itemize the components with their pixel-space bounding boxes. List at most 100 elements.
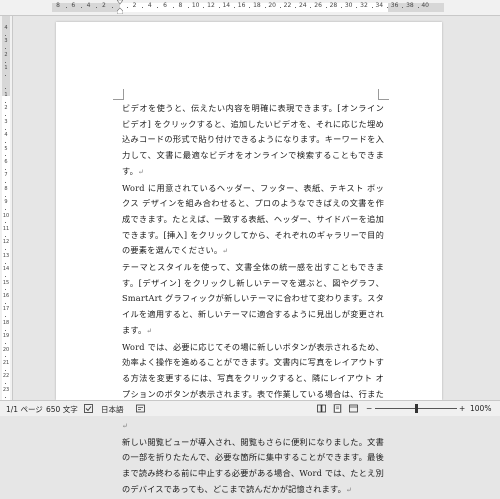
- paragraph-mark: ↵: [146, 326, 153, 335]
- vruler-tick: [5, 48, 6, 50]
- zoom-in-button[interactable]: +: [459, 404, 465, 413]
- ruler-tick-label: 18: [253, 2, 261, 9]
- ruler-tick-label: 40: [421, 2, 430, 9]
- proofing-icon[interactable]: [84, 404, 93, 413]
- ruler-tick-label: 8: [178, 2, 183, 9]
- read-mode-icon[interactable]: [317, 404, 326, 413]
- paragraph-mark: ↵: [346, 485, 353, 494]
- ruler-tick-label: 6: [163, 2, 168, 9]
- ruler-tick: [402, 7, 404, 8]
- ruler-tick: [417, 7, 419, 8]
- ruler-tick-label: 2: [101, 2, 106, 9]
- vruler-tick-label: 4: [4, 25, 8, 31]
- vruler-tick: [5, 115, 6, 117]
- vruler-tick: [5, 369, 6, 371]
- ruler-tick-label: 36: [390, 2, 399, 9]
- ruler-tick-label: 30: [344, 2, 353, 9]
- vruler-text-area: [2, 96, 10, 400]
- ruler-tick: [96, 7, 98, 8]
- vruler-tick: [5, 168, 6, 170]
- macro-record-icon[interactable]: [136, 404, 145, 413]
- ruler-tick: [157, 7, 159, 8]
- ruler-tick: [371, 7, 373, 8]
- ruler-tick-label: 4: [147, 2, 152, 9]
- ruler-tick-label: 26: [314, 2, 322, 9]
- vruler-tick-label: 3: [4, 118, 8, 125]
- vruler-tick-label: 2: [4, 105, 8, 112]
- ruler-tick: [356, 7, 358, 8]
- language-indicator[interactable]: 日本語: [101, 404, 124, 415]
- ruler-tick-label: 38: [406, 2, 414, 9]
- vruler-tick-label: 20: [2, 346, 10, 353]
- paragraph[interactable]: ビデオを使うと、伝えたい内容を明確に表現できます。[オンライン ビデオ] をクリ…: [122, 101, 384, 181]
- vruler-tick: [5, 316, 6, 318]
- ruler-tick: [279, 7, 281, 8]
- vruler-tick: [5, 342, 6, 344]
- zoom-slider-thumb[interactable]: [414, 404, 418, 413]
- vruler-tick: [5, 356, 6, 358]
- vruler-tick-label: 19: [2, 333, 10, 340]
- vruler-tick: [5, 235, 6, 237]
- ruler-tick: [80, 7, 82, 8]
- vruler-tick-label: 23: [2, 386, 10, 393]
- vruler-tick-label: 6: [4, 159, 8, 165]
- vruler-tick: [5, 101, 6, 103]
- document-body[interactable]: ビデオを使うと、伝えたい内容を明確に表現できます。[オンライン ビデオ] をクリ…: [122, 101, 384, 499]
- ruler-tick: [233, 7, 235, 8]
- paragraph[interactable]: 新しい閲覧ビューが導入され、閲覧もさらに便利になりました。文書の一部を折りたたん…: [122, 435, 384, 499]
- margin-corner-top-left: [113, 89, 124, 100]
- vruler-tick-label: 12: [2, 239, 10, 246]
- web-layout-icon[interactable]: [349, 404, 358, 413]
- ruler-tick: [203, 7, 205, 8]
- ruler-tick-label: 12: [207, 2, 215, 9]
- ruler-tick: [65, 7, 67, 8]
- horizontal-ruler[interactable]: 8 6 4 2 2 4 6 8 10 12 14 16 18 20 22 24 26 28 30 32 34 36 38 40: [0, 0, 500, 16]
- vruler-tick-label: 2: [4, 51, 8, 58]
- paragraph[interactable]: Word に用意されているヘッダー、フッター、表紙、テキスト ボックス デザイン…: [122, 181, 384, 261]
- ruler-tick: [188, 7, 190, 8]
- ruler-tick-label: 2: [132, 2, 137, 9]
- ruler-tick: [341, 7, 343, 8]
- ruler-tick: [386, 7, 388, 8]
- vruler-tick-label: 5: [4, 145, 8, 152]
- zoom-out-button[interactable]: −: [366, 404, 372, 413]
- vertical-ruler[interactable]: 4 3 2 1 1 2 3 4 5 6 7 8 9 10 11 12 13 14 15 16 17 18 19 20 21 22 2…: [0, 16, 13, 400]
- vruler-tick: [5, 396, 6, 398]
- vruler-tick-label: 1: [4, 65, 8, 72]
- zoom-level[interactable]: 100%: [470, 404, 491, 413]
- print-layout-icon[interactable]: [333, 404, 342, 413]
- paragraph[interactable]: Word では、必要に応じてその場に新しいボタンが表示されるため、効率よく操作を…: [122, 340, 384, 435]
- vruler-tick: [5, 74, 6, 76]
- vruler-tick-label: 4: [4, 132, 8, 139]
- vruler-tick: [5, 34, 6, 36]
- vruler-tick-label: 17: [2, 306, 10, 313]
- vruler-tick: [5, 249, 6, 251]
- vruler-tick-label: 16: [2, 293, 10, 299]
- document-page[interactable]: ビデオを使うと、伝えたい内容を明確に表現できます。[オンライン ビデオ] をクリ…: [56, 22, 442, 494]
- paragraph[interactable]: テーマとスタイルを使って、文書全体の統一感を出すこともできます。[デザイン] を…: [122, 260, 384, 340]
- ruler-tick-label: 4: [86, 2, 91, 9]
- indent-marker-icon[interactable]: [117, 0, 123, 14]
- vruler-tick: [5, 262, 6, 264]
- vruler-tick: [5, 208, 6, 210]
- ruler-tick: [172, 7, 174, 8]
- ruler-tick: [218, 7, 220, 8]
- vruler-tick: [5, 289, 6, 291]
- ruler-tick-label: 6: [71, 2, 76, 9]
- ruler-tick: [264, 7, 266, 8]
- page-count[interactable]: 1/1 ページ: [6, 404, 43, 415]
- vruler-tick-label: 15: [2, 279, 10, 286]
- vruler-tick: [5, 155, 6, 157]
- vruler-tick-label: 21: [2, 360, 10, 366]
- ruler-tick-label: 22: [283, 2, 292, 9]
- vruler-tick: [5, 182, 6, 184]
- ruler-tick: [111, 7, 113, 8]
- status-bar: 1/1 ページ 650 文字 日本語 − + 100%: [0, 400, 500, 416]
- ruler-tick-label: 8: [56, 2, 60, 9]
- vruler-tick: [5, 141, 6, 143]
- vruler-tick: [5, 61, 6, 63]
- word-count[interactable]: 650 文字: [46, 404, 78, 415]
- ruler-tick: [295, 7, 297, 8]
- vruler-tick-label: 7: [4, 172, 8, 179]
- margin-corner-top-right: [378, 89, 389, 100]
